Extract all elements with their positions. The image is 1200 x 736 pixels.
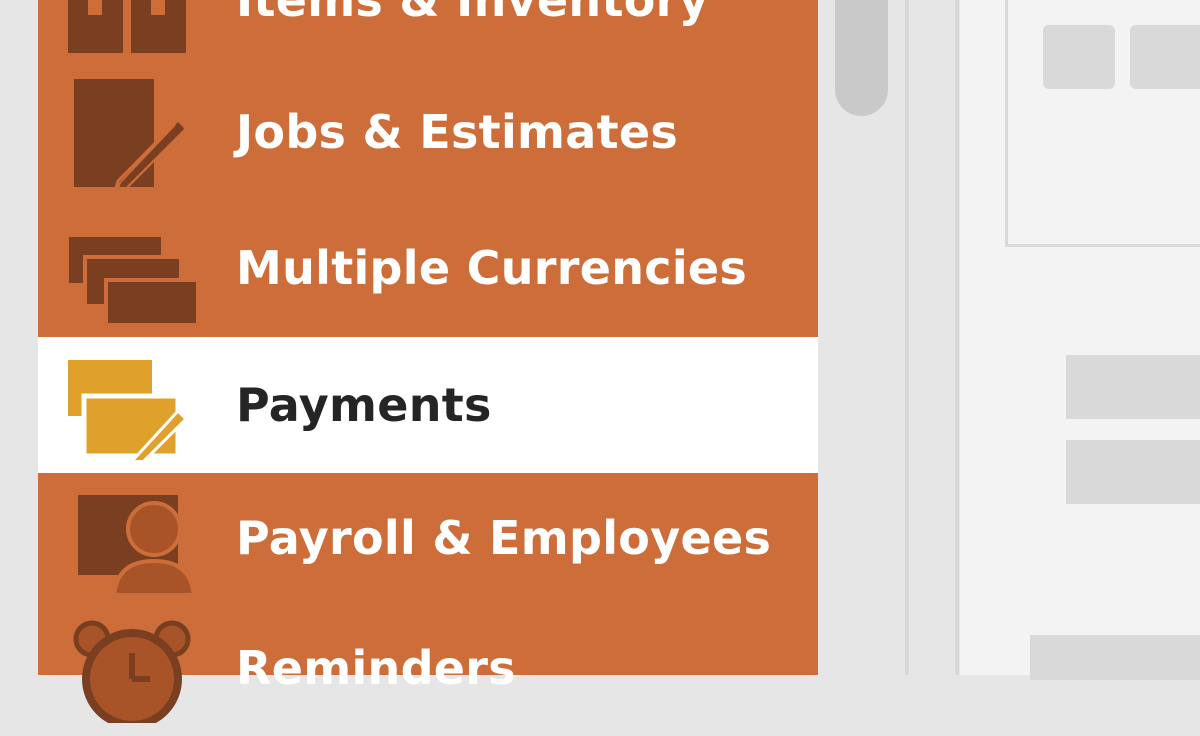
jobs-estimates-icon bbox=[66, 77, 206, 187]
menu-item-payroll-employees[interactable]: Payroll & Employees bbox=[38, 470, 818, 606]
menu-item-payments[interactable]: Payments bbox=[38, 337, 818, 473]
menu-item-label: Payments bbox=[236, 378, 492, 432]
scrollbar-thumb[interactable] bbox=[835, 0, 888, 116]
items-inventory-icon bbox=[66, 0, 206, 55]
reminders-icon bbox=[66, 613, 206, 723]
divider bbox=[955, 0, 959, 675]
placeholder-block bbox=[1066, 355, 1200, 419]
menu-item-label: Multiple Currencies bbox=[236, 241, 748, 295]
placeholder-block bbox=[1030, 635, 1200, 680]
placeholder-block bbox=[1066, 440, 1200, 504]
menu-item-label: Payroll & Employees bbox=[236, 511, 772, 565]
menu-item-multiple-currencies[interactable]: Multiple Currencies bbox=[38, 200, 818, 336]
menu-item-jobs-estimates[interactable]: Jobs & Estimates bbox=[38, 64, 818, 200]
menu-item-label: Reminders bbox=[236, 641, 516, 695]
payroll-employees-icon bbox=[66, 483, 206, 593]
multiple-currencies-icon bbox=[66, 213, 206, 323]
placeholder-block bbox=[1130, 25, 1200, 89]
placeholder-block bbox=[1043, 25, 1115, 89]
menu-item-label: Jobs & Estimates bbox=[236, 105, 679, 159]
menu-item-items-inventory[interactable]: Items & Inventory bbox=[38, 0, 818, 68]
sidebar-menu: Items & Inventory Jobs & Estimates Multi… bbox=[38, 0, 818, 723]
menu-item-reminders[interactable]: Reminders bbox=[38, 600, 818, 736]
menu-item-label: Items & Inventory bbox=[236, 0, 709, 27]
divider bbox=[905, 0, 909, 675]
payments-icon bbox=[66, 350, 206, 460]
